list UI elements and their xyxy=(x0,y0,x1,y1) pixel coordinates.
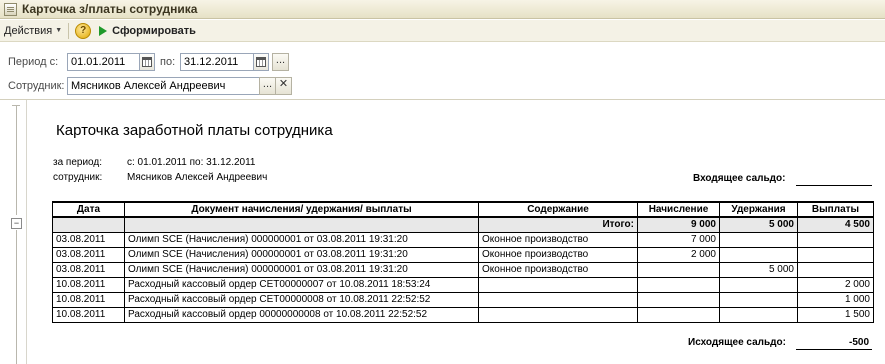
column-header: Содержание xyxy=(478,201,638,218)
cell-accrual xyxy=(637,306,720,323)
cell-accrual: 2 000 xyxy=(637,246,720,263)
period-value: с: 01.01.2011 по: 31.12.2011 xyxy=(127,157,256,168)
closing-balance-underline xyxy=(796,349,872,350)
grouping-gutter: − xyxy=(0,100,27,364)
closing-balance-value: -500 xyxy=(848,337,869,348)
cell-content: Оконное производство xyxy=(478,231,638,248)
cell-payment: 1 000 xyxy=(797,291,874,308)
cell-accrual: 7 000 xyxy=(637,231,720,248)
cell-payment xyxy=(797,246,874,263)
cell-deduction: 5 000 xyxy=(719,261,798,278)
help-button[interactable]: ? xyxy=(75,22,92,39)
cell-content xyxy=(478,291,638,308)
period-to-label: по: xyxy=(160,56,176,68)
actions-label: Действия xyxy=(4,24,53,37)
column-header: Документ начисления/ удержания/ выплаты xyxy=(124,201,479,218)
report-document: − Карточка заработной платы сотрудника з… xyxy=(0,99,885,364)
cell-doc: Олимп SCE (Начисления) 000000001 от 03.0… xyxy=(124,246,479,263)
group-line xyxy=(16,230,17,364)
cell-doc: Расходный кассовый ордер СЕТ00000007 от … xyxy=(124,276,479,293)
employee-value: Мясников Алексей Андреевич xyxy=(127,172,268,183)
period-to-input[interactable]: 31.12.2011 xyxy=(180,53,254,71)
cell-date: 10.08.2011 xyxy=(52,306,125,323)
employee-label: Сотрудник: xyxy=(8,80,65,92)
opening-balance-label: Входящее сальдо: xyxy=(693,173,786,184)
generate-label: Сформировать xyxy=(112,24,196,37)
total-cell-empty xyxy=(52,216,125,233)
cell-accrual xyxy=(637,291,720,308)
period-from-input[interactable]: 01.01.2011 xyxy=(67,53,140,71)
total-payment: 4 500 xyxy=(797,216,874,233)
employee-clear-button[interactable]: ✕ xyxy=(275,77,292,95)
toolbar: Действия ▼ ? Сформировать xyxy=(0,20,885,42)
table-row: 10.08.2011 Расходный кассовый ордер СЕТ00… xyxy=(52,291,874,308)
cell-payment: 2 000 xyxy=(797,276,874,293)
table-row: 03.08.2011 Олимп SCE (Начисления) 0000000… xyxy=(52,231,874,248)
employee-caption: сотрудник: xyxy=(53,172,103,183)
closing-balance-label: Исходящее сальдо: xyxy=(688,337,786,348)
play-icon xyxy=(99,25,108,36)
cell-deduction xyxy=(719,231,798,248)
total-deduction: 5 000 xyxy=(719,216,798,233)
cell-deduction xyxy=(719,276,798,293)
toolbar-separator xyxy=(68,22,70,39)
column-header: Начисление xyxy=(637,201,720,218)
cell-deduction xyxy=(719,291,798,308)
calendar-icon xyxy=(256,57,266,67)
cell-content xyxy=(478,306,638,323)
period-from-calendar-button[interactable] xyxy=(139,53,155,71)
cell-content: Оконное производство xyxy=(478,261,638,278)
cell-doc: Олимп SCE (Начисления) 000000001 от 03.0… xyxy=(124,231,479,248)
total-label: Итого: xyxy=(478,216,638,233)
cell-payment: 1 500 xyxy=(797,306,874,323)
cell-date: 10.08.2011 xyxy=(52,276,125,293)
employee-select-button[interactable]: ... xyxy=(259,77,276,95)
cell-date: 10.08.2011 xyxy=(52,291,125,308)
employee-input[interactable]: Мясников Алексей Андреевич xyxy=(67,77,260,95)
cell-payment xyxy=(797,231,874,248)
table-row: 10.08.2011 Расходный кассовый ордер 00000… xyxy=(52,306,874,323)
window-title: Карточка з/платы сотрудника xyxy=(22,2,198,16)
opening-balance-underline xyxy=(796,185,872,186)
cell-accrual xyxy=(637,261,720,278)
generate-report-button[interactable]: Сформировать xyxy=(99,25,196,37)
total-accrual: 9 000 xyxy=(637,216,720,233)
period-caption: за период: xyxy=(53,157,103,168)
column-header: Выплаты xyxy=(797,201,874,218)
column-header: Дата xyxy=(52,201,125,218)
cell-doc: Олимп SCE (Начисления) 000000001 от 03.0… xyxy=(124,261,479,278)
table-header-row: Дата Документ начисления/ удержания/ вып… xyxy=(52,201,874,218)
cell-payment xyxy=(797,261,874,278)
period-select-button[interactable]: ... xyxy=(272,53,289,71)
table-row: 10.08.2011 Расходный кассовый ордер СЕТ00… xyxy=(52,276,874,293)
cell-content: Оконное производство xyxy=(478,246,638,263)
period-to-calendar-button[interactable] xyxy=(253,53,269,71)
table-row: 03.08.2011 Олимп SCE (Начисления) 0000000… xyxy=(52,261,874,278)
cell-date: 03.08.2011 xyxy=(52,261,125,278)
table-row: 03.08.2011 Олимп SCE (Начисления) 0000000… xyxy=(52,246,874,263)
cell-deduction xyxy=(719,246,798,263)
cell-date: 03.08.2011 xyxy=(52,246,125,263)
calendar-icon xyxy=(142,57,152,67)
actions-menu-button[interactable]: Действия ▼ xyxy=(4,25,62,37)
cell-doc: Расходный кассовый ордер 00000000008 от … xyxy=(124,306,479,323)
dropdown-arrow-icon: ▼ xyxy=(55,27,63,34)
cell-accrual xyxy=(637,276,720,293)
report-table: Дата Документ начисления/ удержания/ вып… xyxy=(52,201,874,323)
cell-doc: Расходный кассовый ордер СЕТ00000008 от … xyxy=(124,291,479,308)
document-icon xyxy=(4,2,17,16)
window-title-bar: Карточка з/платы сотрудника xyxy=(0,0,885,19)
total-cell-empty xyxy=(124,216,479,233)
period-from-label: Период с: xyxy=(8,56,59,68)
report-title: Карточка заработной платы сотрудника xyxy=(56,122,333,139)
cell-date: 03.08.2011 xyxy=(52,231,125,248)
cell-deduction xyxy=(719,306,798,323)
cell-content xyxy=(478,276,638,293)
total-row: Итого: 9 000 5 000 4 500 xyxy=(52,216,874,233)
group-line xyxy=(16,105,17,215)
column-header: Удержания xyxy=(719,201,798,218)
collapse-icon[interactable]: − xyxy=(11,218,22,229)
